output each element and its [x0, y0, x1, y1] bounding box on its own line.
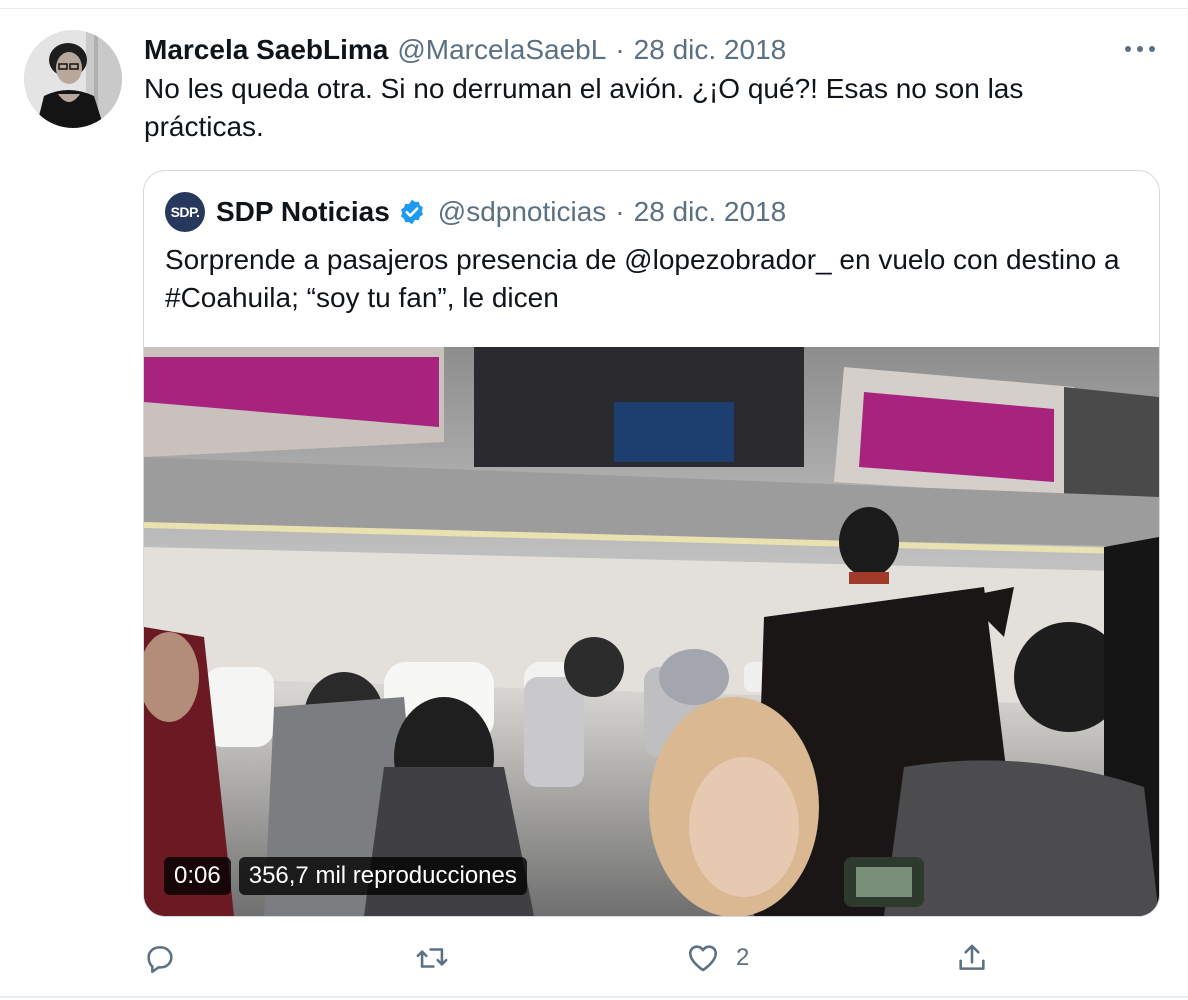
video-player[interactable]: 0:06 356,7 mil reproducciones — [144, 347, 1159, 916]
like-button[interactable]: 2 — [686, 938, 749, 978]
tweet-header: Marcela SaebLima @MarcelaSaebL · 28 dic.… — [144, 28, 786, 72]
retweet-button[interactable] — [414, 938, 450, 978]
like-count: 2 — [736, 944, 750, 971]
video-badges: 0:06 356,7 mil reproducciones — [164, 857, 527, 895]
share-button[interactable] — [955, 938, 989, 978]
quoted-tweet-date[interactable]: 28 dic. 2018 — [634, 196, 787, 228]
quoted-header-separator: · — [615, 196, 625, 227]
reply-icon — [147, 946, 173, 974]
author-avatar[interactable] — [24, 30, 122, 128]
video-view-count: 356,7 mil reproducciones — [238, 857, 527, 895]
heart-icon — [688, 945, 718, 972]
header-separator: · — [615, 34, 625, 65]
video-thumbnail — [144, 347, 1159, 916]
tweet-actions: 2 — [0, 930, 1188, 986]
more-horizontal-icon — [1125, 46, 1155, 52]
tweet-date[interactable]: 28 dic. 2018 — [634, 34, 787, 66]
quoted-author-avatar[interactable]: SDP. — [165, 192, 205, 232]
tweet-text: No les queda otra. Si no derruman el avi… — [144, 73, 1024, 142]
quoted-author-handle[interactable]: @sdpnoticias — [438, 196, 607, 228]
quoted-author-name[interactable]: SDP Noticias — [216, 196, 390, 228]
reply-button[interactable] — [143, 938, 177, 978]
share-icon — [959, 944, 985, 970]
verified-badge-icon — [398, 198, 426, 226]
author-handle[interactable]: @MarcelaSaebL — [397, 34, 606, 66]
bottom-divider — [0, 996, 1188, 998]
quoted-tweet-text: Sorprende a pasajeros presencia de @lope… — [165, 244, 1120, 313]
quoted-tweet-card[interactable]: SDP. SDP Noticias @sdpnoticias · 28 dic.… — [143, 170, 1160, 917]
quoted-tweet-header: SDP. SDP Noticias @sdpnoticias · 28 dic.… — [165, 189, 786, 235]
video-duration: 0:06 — [164, 857, 231, 895]
top-divider — [0, 8, 1188, 9]
author-name[interactable]: Marcela SaebLima — [144, 34, 388, 66]
more-options-button[interactable] — [1120, 34, 1160, 64]
retweet-icon — [416, 948, 448, 968]
quoted-avatar-logo: SDP. — [170, 204, 200, 220]
